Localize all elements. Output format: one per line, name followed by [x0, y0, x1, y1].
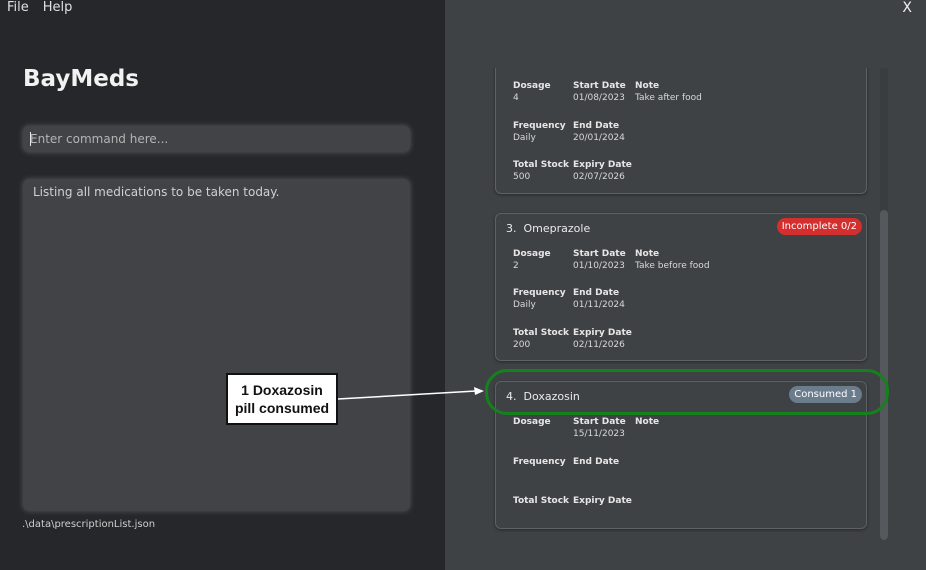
total-stock-label: Total Stock	[513, 328, 570, 338]
medication-index: 3.	[506, 222, 517, 235]
total-stock-label: Total Stock	[513, 496, 570, 506]
highlight-ring	[485, 369, 889, 415]
start-date-label: Start Date	[573, 249, 626, 259]
annotation-line-2: pill consumed	[234, 400, 330, 416]
dosage-label: Dosage	[513, 417, 551, 427]
dosage-label: Dosage	[513, 81, 551, 91]
dosage-field: Dosage 4	[513, 80, 551, 104]
medication-list[interactable]: Dosage 4 Start Date 01/08/2023 Note Take…	[492, 68, 872, 538]
total-stock-field: Total Stock 200	[513, 327, 569, 351]
text-caret	[30, 132, 31, 146]
expiry-date-value: 02/07/2026	[573, 172, 625, 182]
end-date-label: End Date	[573, 457, 620, 467]
total-stock-label: Total Stock	[513, 160, 570, 170]
note-value: Take before food	[635, 261, 710, 271]
frequency-value: Daily	[513, 300, 536, 310]
dosage-field: Dosage 2	[513, 248, 551, 272]
expiry-date-label: Expiry Date	[573, 496, 632, 506]
frequency-value: Daily	[513, 133, 536, 143]
status-badge-incomplete: Incomplete 0/2	[776, 218, 862, 235]
medication-card-omeprazole[interactable]: 3. Omeprazole Incomplete 0/2 Dosage 2 St…	[495, 213, 867, 361]
start-date-label: Start Date	[573, 417, 626, 427]
note-field: Note Take after food	[635, 80, 702, 104]
frequency-label: Frequency	[513, 288, 566, 298]
frequency-field: Frequency Daily	[513, 287, 566, 311]
start-date-field: Start Date 01/08/2023	[573, 80, 626, 104]
result-display: Listing all medications to be taken toda…	[23, 179, 410, 511]
command-input[interactable]	[23, 126, 410, 152]
expiry-date-label: Expiry Date	[573, 328, 632, 338]
end-date-label: End Date	[573, 288, 620, 298]
expiry-date-field: Expiry Date 02/11/2026	[573, 327, 632, 351]
annotation-callout: 1 Doxazosin pill consumed	[226, 373, 338, 425]
dosage-value: 4	[513, 93, 519, 103]
start-date-field: Start Date 15/11/2023	[573, 416, 626, 440]
start-date-label: Start Date	[573, 81, 626, 91]
total-stock-value: 200	[513, 340, 531, 350]
total-stock-field: Total Stock	[513, 495, 569, 507]
note-label: Note	[635, 81, 660, 91]
frequency-field: Frequency Daily	[513, 120, 566, 144]
dosage-label: Dosage	[513, 249, 551, 259]
end-date-field: End Date 20/01/2024	[573, 120, 625, 144]
medication-card[interactable]: Dosage 4 Start Date 01/08/2023 Note Take…	[495, 68, 867, 194]
end-date-value: 20/01/2024	[573, 133, 625, 143]
end-date-value: 01/11/2024	[573, 300, 625, 310]
dosage-field: Dosage	[513, 416, 551, 428]
end-date-label: End Date	[573, 121, 620, 131]
status-bar-file-path: .\data\prescriptionList.json	[22, 519, 156, 530]
frequency-label: Frequency	[513, 457, 566, 467]
end-date-field: End Date	[573, 456, 619, 468]
expiry-date-value: 02/11/2026	[573, 340, 625, 350]
command-box[interactable]	[23, 126, 410, 152]
note-label: Note	[635, 249, 660, 259]
note-field: Note Take before food	[635, 248, 710, 272]
close-button[interactable]: X	[902, 0, 912, 16]
expiry-date-label: Expiry Date	[573, 160, 632, 170]
end-date-field: End Date 01/11/2024	[573, 287, 625, 311]
dosage-value: 2	[513, 261, 519, 271]
total-stock-value: 500	[513, 172, 531, 182]
menu-bar: File Help	[0, 0, 79, 18]
medication-title: 3. Omeprazole	[506, 222, 590, 235]
note-field: Note	[635, 416, 659, 428]
note-label: Note	[635, 417, 660, 427]
total-stock-field: Total Stock 500	[513, 159, 569, 183]
frequency-label: Frequency	[513, 121, 566, 131]
start-date-value: 01/10/2023	[573, 261, 625, 271]
file-menu[interactable]: File	[0, 0, 36, 18]
frequency-field: Frequency	[513, 456, 566, 468]
start-date-value: 15/11/2023	[573, 429, 625, 439]
result-message: Listing all medications to be taken toda…	[33, 185, 280, 199]
start-date-value: 01/08/2023	[573, 93, 625, 103]
note-value: Take after food	[635, 93, 702, 103]
help-menu[interactable]: Help	[36, 0, 80, 18]
app-title: BayMeds	[23, 66, 139, 92]
annotation-line-1: 1 Doxazosin	[241, 382, 323, 398]
start-date-field: Start Date 01/10/2023	[573, 248, 626, 272]
expiry-date-field: Expiry Date 02/07/2026	[573, 159, 632, 183]
medication-name: Omeprazole	[523, 222, 591, 235]
expiry-date-field: Expiry Date	[573, 495, 632, 507]
